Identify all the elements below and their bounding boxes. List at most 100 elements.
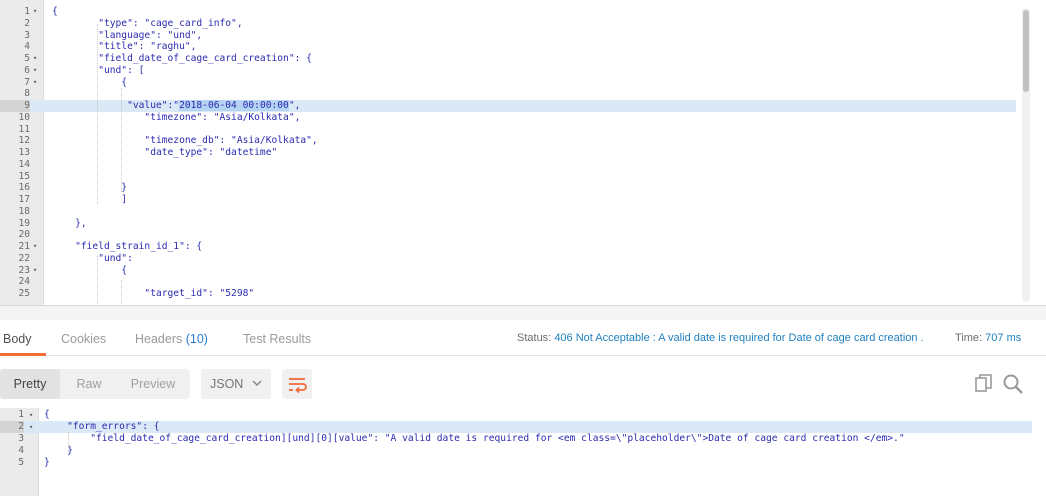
code-line[interactable]: 1 ▾{ — [0, 6, 1016, 18]
code-line[interactable]: 13 "date_type": "datetime" — [0, 147, 1016, 159]
line-number: 5 — [24, 53, 30, 64]
response-time: Time: 707 ms — [955, 332, 1021, 344]
code-text-segment: "field_date_of_cage_card_creation": { — [52, 53, 312, 64]
code-line[interactable]: 11 — [0, 124, 1016, 136]
code-text: { — [52, 265, 127, 277]
fold-toggle-icon: ▾ — [29, 411, 34, 419]
line-number: 5 — [18, 457, 24, 468]
code-text-segment: "date_type": "datetime" — [52, 147, 278, 158]
time-value[interactable]: 707 ms — [985, 332, 1021, 344]
code-line[interactable]: 15 — [0, 171, 1016, 183]
code-text: "field_date_of_cage_card_creation][und][… — [44, 433, 904, 445]
code-text: "target_id": "5298" — [52, 288, 254, 300]
code-line[interactable]: 12 "timezone_db": "Asia/Kolkata", — [0, 135, 1016, 147]
code-text-segment: "und": [ — [52, 64, 145, 76]
code-line[interactable]: 19 }, — [0, 218, 1016, 230]
code-text-segment: "value":" — [52, 100, 180, 111]
code-line[interactable]: 25 "target_id": "5298" — [0, 288, 1016, 300]
line-number: 24 — [18, 276, 30, 288]
code-line[interactable]: 18 — [0, 206, 1016, 218]
editor-scrollbar-thumb[interactable] — [1023, 10, 1029, 92]
indent-guide — [68, 432, 69, 456]
code-text: "timezone": "Asia/Kolkata", — [52, 112, 300, 124]
code-text-segment: { — [52, 6, 58, 17]
code-line[interactable]: 6 ▾ "und": [ — [0, 65, 1016, 77]
code-text-segment: { — [52, 264, 128, 276]
code-line[interactable]: 24 — [0, 276, 1016, 288]
line-number: 17 — [18, 194, 30, 205]
code-line[interactable]: 4 "title": "raghu", — [0, 41, 1016, 53]
tab-cookies[interactable]: Cookies — [61, 332, 106, 346]
code-text: { — [44, 409, 50, 421]
line-number: 4 — [18, 445, 24, 456]
code-line[interactable]: 3 "language": "und", — [0, 30, 1016, 42]
code-line[interactable]: 20 — [0, 229, 1016, 241]
code-line[interactable]: 2 ▾ "form_errors": { — [0, 421, 1032, 433]
code-line[interactable]: 7 ▾ { — [0, 77, 1016, 89]
pretty-button[interactable]: Pretty — [0, 369, 60, 399]
response-body-viewer[interactable]: 1 ▾ {2 ▾ "form_errors": {3 "field_date_of_c… — [0, 408, 1046, 496]
code-line[interactable]: 5 ▾ "field_date_of_cage_card_creation": { — [0, 53, 1016, 65]
tab-headers-label: Headers — [135, 332, 183, 346]
line-number: 15 — [18, 170, 30, 182]
code-text-segment: "form_errors": { — [44, 421, 160, 432]
code-text-segment: "title": "raghu", — [52, 41, 197, 53]
fold-toggle-icon: ▾ — [33, 77, 38, 86]
code-line[interactable]: 22 "und": — [0, 253, 1016, 265]
code-line[interactable]: 21 ▾ "field_strain_id_1": { — [0, 241, 1016, 253]
fold-toggle-icon: ▾ — [29, 423, 34, 431]
line-number: 6 — [24, 64, 30, 76]
fold-toggle-icon: ▾ — [33, 65, 38, 74]
line-number: 1 — [18, 409, 24, 420]
preview-button[interactable]: Preview — [118, 369, 188, 399]
fold-toggle-icon: ▾ — [33, 265, 38, 274]
code-text-segment: } — [52, 182, 128, 194]
code-line[interactable]: 1 ▾ { — [0, 409, 1032, 421]
code-line[interactable]: 3 "field_date_of_cage_card_creation][und… — [0, 433, 1032, 445]
code-line[interactable]: 9 "value":"2018-06-04 00:00:00", — [0, 100, 1016, 112]
code-line[interactable]: 2 "type": "cage_card_info", — [0, 18, 1016, 30]
response-toolbar: Pretty Raw Preview JSON — [0, 356, 1046, 408]
response-tab-bar: Body Cookies Headers (10) Test Results S… — [0, 320, 1046, 356]
copy-icon[interactable] — [974, 373, 994, 393]
line-number: 11 — [18, 123, 30, 135]
status-value[interactable]: 406 Not Acceptable : A valid date is req… — [554, 332, 923, 344]
code-line[interactable]: 10 "timezone": "Asia/Kolkata", — [0, 112, 1016, 124]
code-text-segment: }, — [52, 217, 87, 229]
code-line[interactable]: 14 — [0, 159, 1016, 171]
code-line[interactable]: 23 ▾ { — [0, 265, 1016, 277]
tab-headers[interactable]: Headers (10) — [135, 332, 208, 346]
response-status: Status: 406 Not Acceptable : A valid dat… — [517, 332, 924, 344]
indent-guide — [97, 24, 98, 204]
format-select[interactable]: JSON — [201, 369, 271, 399]
request-body-editor[interactable]: 1 ▾{2 "type": "cage_card_info", 3 "languag… — [0, 0, 1046, 306]
code-line[interactable]: 17 ] — [0, 194, 1016, 206]
line-number: 7 — [24, 76, 30, 88]
line-number: 20 — [18, 229, 30, 241]
code-line[interactable]: 16 } — [0, 182, 1016, 194]
raw-button[interactable]: Raw — [62, 369, 116, 399]
line-number: 23 — [18, 264, 30, 276]
code-line[interactable]: 4 } — [0, 445, 1032, 457]
code-text: "timezone_db": "Asia/Kolkata", — [52, 135, 317, 147]
search-icon[interactable] — [1002, 373, 1024, 395]
pane-resize-strip[interactable] — [0, 306, 1046, 320]
code-line[interactable]: 5} — [0, 457, 1032, 469]
tab-test-results[interactable]: Test Results — [243, 332, 311, 346]
code-text: "date_type": "datetime" — [52, 147, 277, 159]
wrap-lines-icon — [289, 378, 307, 394]
code-text-segment: } — [44, 457, 50, 468]
code-text-segment: "timezone": "Asia/Kolkata", — [52, 111, 301, 123]
code-line[interactable]: 8 — [0, 88, 1016, 100]
line-number: 25 — [18, 288, 30, 299]
line-number: 3 — [24, 29, 30, 41]
indent-guide — [121, 280, 122, 305]
code-text: "type": "cage_card_info", — [52, 18, 242, 30]
wrap-lines-button[interactable] — [282, 369, 312, 399]
line-number: 14 — [18, 158, 30, 170]
tab-body[interactable]: Body — [3, 332, 32, 346]
line-number: 21 — [18, 241, 30, 252]
code-text: "form_errors": { — [44, 421, 160, 433]
code-text-segment: "target_id": "5298" — [52, 288, 255, 299]
code-text: "und": — [52, 253, 133, 265]
